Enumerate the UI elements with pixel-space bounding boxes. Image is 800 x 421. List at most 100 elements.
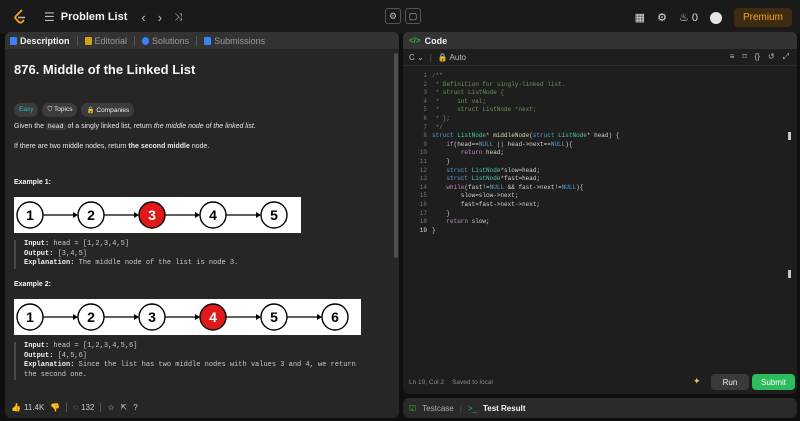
- dislike-button[interactable]: 👎: [50, 403, 60, 412]
- share-button[interactable]: ⇱: [121, 403, 128, 412]
- braces-icon[interactable]: {}: [755, 52, 760, 62]
- avatar[interactable]: [709, 11, 722, 24]
- example-2-node-label: 2: [87, 309, 95, 325]
- solutions-icon: [142, 36, 150, 45]
- problem-list-title[interactable]: Problem List: [61, 11, 128, 23]
- example-1-node-label: 3: [148, 207, 156, 223]
- tab-editorial[interactable]: Editorial: [84, 36, 127, 46]
- code-line[interactable]: slow=slow->next;: [432, 192, 519, 200]
- console-tabs: ☑ Testcase | >_ Test Result: [403, 398, 797, 418]
- code-line[interactable]: while(fast!=NULL && fast->next!=NULL){: [432, 184, 583, 192]
- ai-assist-icon[interactable]: ✦: [693, 376, 701, 387]
- favorite-button[interactable]: ☆: [107, 403, 114, 412]
- prev-problem-icon[interactable]: ‹: [141, 10, 145, 25]
- example-2-block: Input: head = [1,2,3,4,5,6] Output: [4,5…: [14, 342, 382, 380]
- editor-status: Ln 19, Col 2 Saved to local: [409, 379, 493, 386]
- example-2-arrowhead: [73, 314, 78, 320]
- description-scrollbar[interactable]: [393, 49, 399, 397]
- code-line[interactable]: * struct ListNode {: [432, 89, 504, 97]
- code-line[interactable]: struct ListNode* middleNode(struct ListN…: [432, 132, 619, 140]
- code-line[interactable]: }: [432, 210, 450, 218]
- testcase-icon: ☑: [409, 403, 417, 413]
- code-line[interactable]: * Definition for singly-linked list.: [432, 81, 566, 89]
- line-number: 15: [419, 192, 427, 200]
- line-number: 16: [419, 201, 427, 208]
- tab-solutions[interactable]: Solutions: [142, 36, 189, 46]
- code-line[interactable]: if(head==NULL || head->next==NULL){: [432, 141, 572, 149]
- example-2-title: Example 2:: [14, 281, 51, 288]
- description-content: 876. Middle of the Linked List Easy ⛉ To…: [5, 49, 393, 397]
- submit-button[interactable]: Submit: [752, 374, 795, 390]
- top-bar: ☰ Problem List ‹ › ⤨ ⚙ ▢ ▦ ⚙ ♨ 0 Premium: [0, 0, 800, 34]
- code-line[interactable]: */: [432, 124, 443, 132]
- premium-button[interactable]: Premium: [733, 8, 792, 27]
- line-number: 2: [423, 80, 427, 88]
- streak-fire-icon[interactable]: ♨ 0: [679, 11, 698, 24]
- tab-submissions[interactable]: Submissions: [204, 36, 265, 46]
- line-number: 12: [419, 166, 427, 174]
- debug-icon[interactable]: ⚙: [385, 8, 401, 24]
- code-line[interactable]: * int val;: [432, 98, 486, 106]
- tab-test-result[interactable]: Test Result: [483, 404, 526, 413]
- next-problem-icon[interactable]: ›: [158, 10, 162, 25]
- help-button[interactable]: ?: [133, 403, 137, 412]
- line-number: 1: [423, 72, 427, 79]
- example-1-node-label: 4: [209, 207, 217, 223]
- code-line[interactable]: fast=fast->next->next;: [432, 201, 540, 209]
- run-button[interactable]: Run: [711, 374, 749, 390]
- example-1-arrowhead: [134, 212, 139, 218]
- code-editor[interactable]: 1 /** 2 * Definition for singly-linked lis…: [403, 68, 797, 378]
- description-icon: [10, 36, 17, 45]
- tab-testcase[interactable]: Testcase: [422, 404, 454, 413]
- saved-status: Saved to local: [452, 379, 493, 386]
- terminal-icon: >_: [467, 403, 477, 413]
- problem-list-icon[interactable]: ☰: [44, 10, 55, 24]
- description-footer: 👍 11.4K 👎 ◌ 132 ☆ ⇱ ?: [5, 397, 399, 418]
- settings-icon[interactable]: ⚙: [657, 11, 667, 24]
- code-line[interactable]: /**: [432, 72, 443, 80]
- code-tab-bar: </> Code: [403, 32, 797, 49]
- tab-code[interactable]: Code: [425, 36, 448, 46]
- like-button[interactable]: 👍 11.4K: [11, 403, 44, 412]
- code-line[interactable]: }: [432, 227, 436, 235]
- tab-description[interactable]: Description: [10, 36, 70, 46]
- companies-chip[interactable]: 🔒 Companies: [81, 103, 135, 117]
- language-select[interactable]: C ⌄: [409, 53, 424, 62]
- reset-icon[interactable]: ↺: [768, 52, 775, 62]
- tag-icon: ⛉: [47, 106, 53, 113]
- comments-button[interactable]: ◌ 132: [73, 403, 94, 412]
- line-number: 13: [419, 175, 427, 183]
- layout-icon[interactable]: ▦: [635, 11, 645, 24]
- chevron-down-icon: ⌄: [417, 52, 424, 62]
- thumbs-up-icon: 👍: [11, 403, 21, 412]
- code-line[interactable]: }: [432, 158, 450, 166]
- code-line[interactable]: return slow;: [432, 218, 489, 226]
- example-2-node-label: 1: [26, 309, 34, 325]
- code-line[interactable]: return head;: [432, 149, 504, 157]
- example-2-arrowhead: [256, 314, 261, 320]
- problem-title[interactable]: 876. Middle of the Linked List: [14, 62, 195, 77]
- example-1-linked-list-image: 1 2 3 4 5: [14, 197, 301, 233]
- notes-icon[interactable]: ▢: [405, 8, 421, 24]
- cursor-position: Ln 19, Col 2: [409, 379, 445, 386]
- code-line[interactable]: struct ListNode*slow=head;: [432, 167, 540, 175]
- example-2-arrowhead: [317, 314, 322, 320]
- line-number: 6: [423, 115, 427, 122]
- difficulty-badge: Easy: [14, 103, 39, 117]
- code-line[interactable]: * };: [432, 115, 450, 123]
- description-panel: Description Editorial Solutions Submissi…: [5, 32, 399, 418]
- code-panel: </> Code C ⌄ | 🔒 Auto ≡ ⌑ {} ↺ ⤢ 1/** 2 *…: [403, 32, 797, 394]
- code-line[interactable]: * struct ListNode *next;: [432, 106, 537, 114]
- format-icon[interactable]: ≡: [730, 52, 735, 62]
- shuffle-icon[interactable]: ⤨: [174, 12, 182, 23]
- leetcode-logo[interactable]: [13, 9, 27, 25]
- example-1-arrowhead: [195, 212, 200, 218]
- code-line[interactable]: struct ListNode*fast=head;: [432, 175, 540, 183]
- thumbs-down-icon: 👎: [50, 403, 61, 412]
- bookmark-icon[interactable]: ⌑: [742, 52, 746, 62]
- fullscreen-icon[interactable]: ⤢: [783, 52, 789, 62]
- line-number: 9: [423, 140, 427, 148]
- auto-mode[interactable]: 🔒 Auto: [438, 53, 466, 62]
- example-2-arrowhead: [195, 314, 200, 320]
- topics-chip[interactable]: ⛉ Topics: [42, 103, 78, 117]
